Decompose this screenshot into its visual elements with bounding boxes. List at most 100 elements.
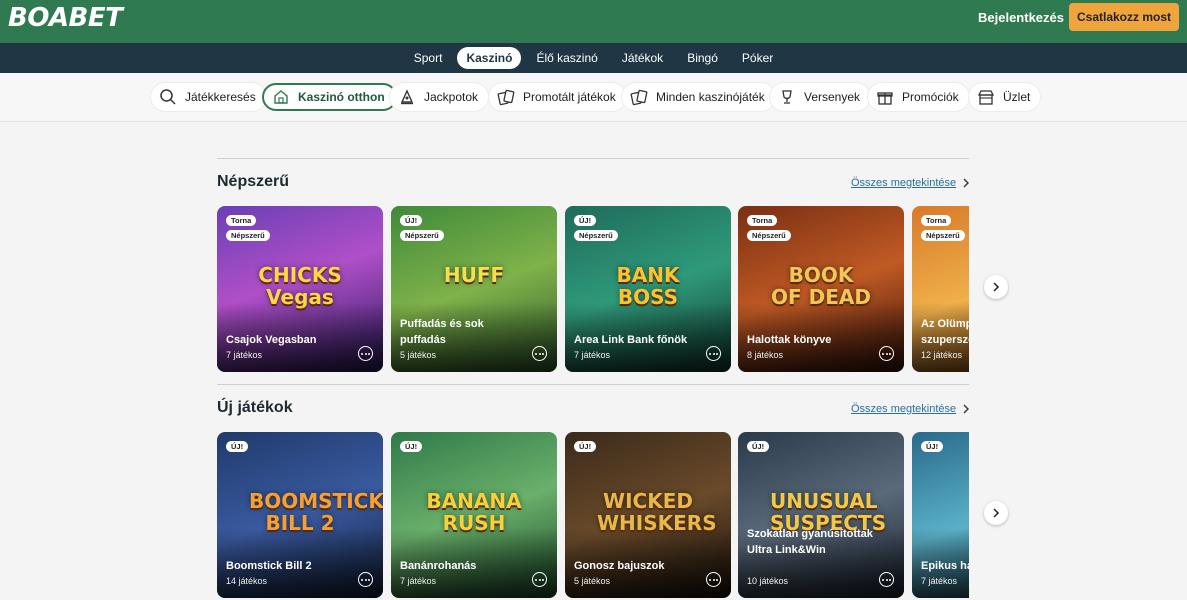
card-title: Boomstick Bill 2 <box>226 560 312 572</box>
top-bar: BOABET Bejelentkezés Csatlakozz most <box>0 0 1187 43</box>
section-title-new-games: Új játékok <box>217 399 293 416</box>
card-player-count: 8 játékos <box>747 350 784 360</box>
card-badge: Népszerű <box>574 230 618 241</box>
chevron-right-icon <box>993 508 1000 518</box>
game-card[interactable]: ÚJ! BOOMSTICK BILL 2 Boomstick Bill 2 14 já… <box>217 432 383 598</box>
game-card[interactable]: ÚJ! Népszerű BANK BOSS Area Link Bank főnök… <box>565 206 731 372</box>
section-title-popular: Népszerű <box>217 173 290 190</box>
card-player-count: 12 játékos <box>921 350 963 360</box>
category-label: Jackpotok <box>424 90 479 104</box>
category-shop[interactable]: Üzlet <box>969 83 1041 111</box>
card-title: Az Olümposz szuperszeres <box>921 318 969 346</box>
category-label: Versenyek <box>804 90 861 104</box>
card-player-count: 5 játékos <box>400 350 437 360</box>
more-options-icon[interactable] <box>706 346 721 361</box>
card-player-count: 7 játékos <box>574 350 611 360</box>
nav-bingo[interactable]: Bingó <box>678 47 727 69</box>
nav-casino[interactable]: Kaszinó <box>457 47 522 69</box>
card-title: Szokatlan gyanúsítottak Ultra Link&Win <box>747 528 873 556</box>
see-all-label: Összes megtekintése <box>851 403 957 415</box>
card-badge: ÚJ! <box>400 215 423 226</box>
card-player-count: 10 játékos <box>747 576 789 586</box>
card-player-count: 7 játékos <box>226 350 263 360</box>
game-card[interactable]: ÚJ! BANANA RUSH Banánrohanás 7 játékos <box>391 432 557 598</box>
nav-sport[interactable]: Sport <box>405 47 452 69</box>
card-title: Halottak könyve <box>747 334 832 346</box>
category-jackpots[interactable]: Jackpotok <box>390 83 489 111</box>
more-options-icon[interactable] <box>358 346 373 361</box>
category-label: Promotált játékok <box>523 90 616 104</box>
section-divider <box>217 158 969 159</box>
category-promotions[interactable]: Promóciók <box>868 83 969 111</box>
gift-icon <box>877 92 893 105</box>
game-logo-art: O <box>944 264 969 286</box>
card-badge: ÚJ! <box>747 441 770 452</box>
more-options-icon[interactable] <box>879 572 894 587</box>
join-button[interactable]: Csatlakozz most <box>1069 3 1179 31</box>
more-options-icon[interactable] <box>706 572 721 587</box>
more-options-icon[interactable] <box>532 572 547 587</box>
jackpot-bell-icon <box>400 89 414 105</box>
card-title: Banánrohanás <box>400 560 477 572</box>
next-new-games-button[interactable] <box>984 501 1008 525</box>
game-card[interactable]: ÚJ! UNUSUAL SUSPECTS Szokatlan gyanúsított… <box>738 432 904 598</box>
game-card[interactable]: ÚJ! Népszerű HUFF Puffadás és sok puffadás 5… <box>391 206 557 372</box>
card-badge: Torna <box>747 215 778 226</box>
logo[interactable]: BOABET <box>8 3 123 33</box>
game-card[interactable]: ÚJ! WICKED WHISKERS Gonosz bajuszok 5 játék… <box>565 432 731 598</box>
card-title: Area Link Bank főnök <box>574 334 688 346</box>
login-button[interactable]: Bejelentkezés <box>978 10 1064 25</box>
section-divider <box>217 384 969 385</box>
see-all-new-games-link[interactable]: Összes megtekintése <box>851 403 970 415</box>
card-player-count: 7 játékos <box>921 576 958 586</box>
game-row-popular: Torna Népszerű CHICKS Vegas Csajok Vegasban… <box>217 206 969 372</box>
card-badge: Népszerű <box>226 230 270 241</box>
game-card[interactable]: Torna Népszerű CHICKS Vegas Csajok Vegasban… <box>217 206 383 372</box>
category-promoted-games[interactable]: Promotált játékok <box>489 83 626 111</box>
game-logo-art: HUFF <box>443 263 505 287</box>
card-badge: ÚJ! <box>226 441 249 452</box>
category-label: Kaszinó otthon <box>298 90 385 104</box>
category-game-search[interactable]: Játékkeresés <box>151 83 266 111</box>
card-title: Puffadás és sok puffadás <box>400 318 484 346</box>
nav-poker[interactable]: Póker <box>733 47 782 69</box>
card-player-count: 14 játékos <box>226 576 268 586</box>
card-badge: Népszerű <box>400 230 444 241</box>
category-all-casino-games[interactable]: Minden kaszinójáték <box>622 83 775 111</box>
category-label: Üzlet <box>1003 90 1031 104</box>
cards-icon <box>497 89 515 106</box>
card-badge: ÚJ! <box>574 441 597 452</box>
game-card[interactable]: Torna Népszerű O Az Olümposz szuperszeres 12… <box>912 206 969 372</box>
main-nav: Sport Kaszinó Élő kaszinó Játékok Bingó … <box>0 43 1187 73</box>
home-icon <box>274 90 288 104</box>
nav-games[interactable]: Játékok <box>613 47 672 69</box>
chevron-right-icon <box>993 282 1000 292</box>
card-title: Csajok Vegasban <box>226 334 317 346</box>
card-badge: ÚJ! <box>574 215 597 226</box>
more-options-icon[interactable] <box>358 572 373 587</box>
card-badge: Népszerű <box>921 230 965 241</box>
trophy-icon <box>782 90 792 104</box>
game-logo-art: E <box>944 490 969 512</box>
nav-live-casino[interactable]: Élő kaszinó <box>527 47 606 69</box>
more-options-icon[interactable] <box>532 346 547 361</box>
game-card[interactable]: ÚJ! E Epikus ha 7 játékos <box>912 432 969 598</box>
category-tournaments[interactable]: Versenyek <box>770 83 871 111</box>
shop-icon <box>977 90 995 105</box>
card-title: Epikus ha <box>921 560 969 572</box>
card-badge: ÚJ! <box>921 441 944 452</box>
more-options-icon[interactable] <box>879 346 894 361</box>
card-badge: ÚJ! <box>400 441 423 452</box>
card-badge: Népszerű <box>747 230 791 241</box>
category-label: Játékkeresés <box>185 90 256 104</box>
card-player-count: 7 játékos <box>400 576 437 586</box>
see-all-popular-link[interactable]: Összes megtekintése <box>851 177 970 189</box>
card-badge: Torna <box>226 215 257 226</box>
search-icon <box>160 89 176 105</box>
game-card[interactable]: Torna Népszerű BOOK OF DEAD Halottak könyve… <box>738 206 904 372</box>
chevron-right-icon <box>963 404 970 414</box>
card-badge: Torna <box>921 215 952 226</box>
see-all-label: Összes megtekintése <box>851 177 957 189</box>
category-casino-home[interactable]: Kaszinó otthon <box>262 83 397 111</box>
next-popular-button[interactable] <box>984 275 1008 299</box>
